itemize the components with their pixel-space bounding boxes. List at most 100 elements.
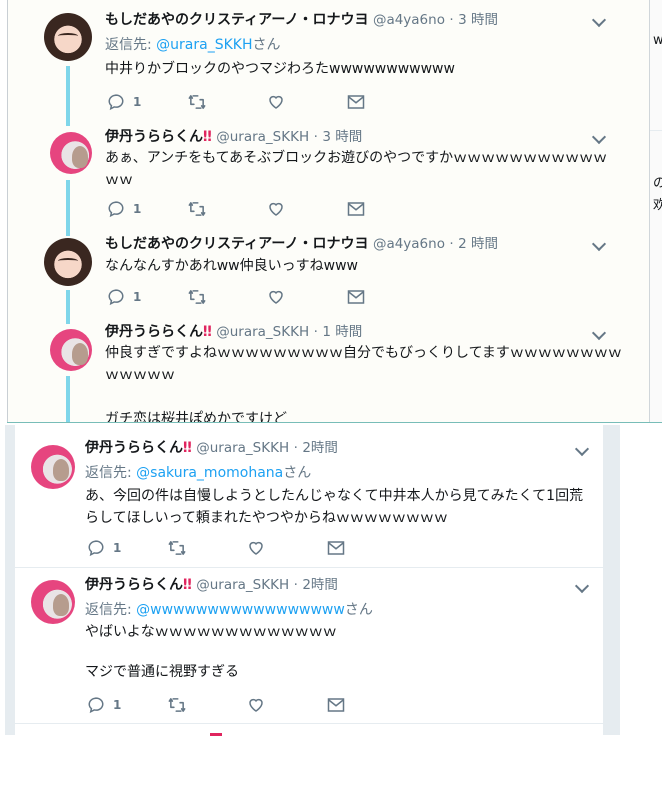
cropped-emoji-fragment [210,733,222,736]
user-handle[interactable]: @urara_SKKH [196,440,289,456]
retweet-icon [188,202,206,216]
like-button[interactable] [267,287,285,307]
display-name[interactable]: もしだあやのクリスティアーノ・ロナウヨ [105,236,368,252]
direct-message-button[interactable] [347,199,365,219]
display-name[interactable]: 伊丹うららくん [85,577,183,593]
like-button[interactable] [247,538,265,558]
user-handle[interactable]: @urara_SKKH [196,577,289,593]
like-button[interactable] [267,199,285,219]
retweet-button[interactable] [187,92,207,112]
timestamp[interactable]: 3 時間 [322,129,362,145]
user-avatar[interactable] [50,329,92,371]
tweet-header: 伊丹うららくん‼ @urara_SKKH · 2時間 [85,439,338,457]
thread-line [66,290,70,324]
chevron-down-icon[interactable] [591,325,607,341]
heart-icon [269,95,283,109]
retweet-icon [168,698,186,712]
timestamp[interactable]: 1 時間 [322,324,362,340]
reply-to-line: 返信先: @wwwwwwwwwwwwwwwwwさん [85,599,373,619]
direct-message-button[interactable] [327,695,345,715]
tweet-text: あぁ、アンチをもてあそぶブロックお遊びのやつですかｗｗｗｗｗｗｗｗｗｗｗ ｗｗ [105,147,607,191]
separator-dot: · [313,129,318,145]
chevron-down-icon[interactable] [591,12,607,28]
panel-border [7,0,8,422]
user-handle[interactable]: @a4ya6no [373,236,445,252]
separator-dot: · [293,577,298,593]
retweet-button[interactable] [187,199,207,219]
reply-icon [108,289,124,306]
heart-icon [249,698,263,712]
tweet-text: なんなんすかあれww仲良いっすねwww [105,255,358,277]
reply-to-label: 返信先: [105,37,157,53]
reply-to-line: 返信先: @sakura_momohanaさん [85,462,311,482]
side-fragment: ww [653,33,662,48]
user-avatar[interactable] [44,13,92,61]
reply-to-mention[interactable]: @sakura_momohana [136,465,283,481]
envelope-icon [327,541,345,555]
tweet-text-line: なんなんすかあれww仲良いっすねwww [105,258,358,274]
tweet-divider [15,723,603,724]
timestamp[interactable]: 2時間 [302,577,338,593]
tweet-actions: 1 [87,538,357,558]
tweet-text: 仲良すぎですよねｗｗｗｗｗｗｗｗｗ自分でもびっくりしてますｗｗｗｗｗｗｗｗ ｗｗ… [105,342,622,422]
display-name[interactable]: 伊丹うららくん [105,129,203,145]
reply-button[interactable]: 1 [87,695,121,715]
tweet-text-line: あ、今回の件は自慢しようとしたんじゃなくて中井本人から見てみたくて1回荒 [85,488,584,504]
like-button[interactable] [267,92,285,112]
reply-count: 1 [113,698,122,712]
chevron-down-icon[interactable] [574,441,590,457]
tweet-header: 伊丹うららくん‼ @urara_SKKH · 2時間 [85,576,338,594]
chevron-down-icon[interactable] [591,236,607,252]
reply-to-mention[interactable]: @urara_SKKH [156,37,252,53]
chevron-down-icon[interactable] [574,578,590,594]
user-avatar[interactable] [31,445,75,489]
tweet-header: 伊丹うららくん‼ @urara_SKKH · 3 時間 [105,128,362,146]
user-avatar[interactable] [31,580,75,624]
top-conversation-panel: ww のａ 欢言 もしだあやのクリスティアーノ・ロナウヨ @a4ya6no · … [7,0,662,423]
double-exclamation-emoji: ‼ [203,129,212,145]
like-button[interactable] [247,695,265,715]
reply-to-mention[interactable]: @wwwwwwwwwwwwwwwww [136,602,345,618]
direct-message-button[interactable] [327,538,345,558]
tweet-text-line: ｗｗｗｗｗ [105,367,175,383]
display-name[interactable]: もしだあやのクリスティアーノ・ロナウヨ [105,12,368,28]
display-name[interactable]: 伊丹うららくん [85,440,183,456]
tweet-text-line: 仲良すぎですよねｗｗｗｗｗｗｗｗｗ自分でもびっくりしてますｗｗｗｗｗｗｗｗ [105,345,622,361]
retweet-button[interactable] [167,538,187,558]
thread-line [66,376,70,422]
reply-button[interactable]: 1 [107,92,141,112]
tweet-actions: 1 [107,92,377,112]
tweet-actions: 1 [107,199,377,219]
retweet-icon [188,290,206,304]
tweet-text-line: ｗｗ [105,172,133,188]
user-handle[interactable]: @a4ya6no [373,12,445,28]
user-avatar[interactable] [44,238,92,286]
timestamp[interactable]: 2 時間 [458,236,498,252]
display-name[interactable]: 伊丹うららくん [105,324,203,340]
user-handle[interactable]: @urara_SKKH [216,324,309,340]
reply-button[interactable]: 1 [107,199,141,219]
reply-button[interactable]: 1 [87,538,121,558]
tweet-text-line: マジで普通に視野すぎる [85,664,239,680]
tweet-text: 中井りかブロックのやつマジわろたwwwwwwwwwww [105,58,455,80]
user-avatar[interactable] [50,132,92,174]
user-handle[interactable]: @urara_SKKH [216,129,309,145]
honorific: さん [283,465,312,481]
tweet-actions: 1 [107,287,377,307]
retweet-button[interactable] [187,287,207,307]
retweet-icon [188,95,206,109]
direct-message-button[interactable] [347,92,365,112]
retweet-button[interactable] [167,695,187,715]
timestamp[interactable]: 3 時間 [458,12,498,28]
timestamp[interactable]: 2時間 [302,440,338,456]
tweet-text-line: あぁ、アンチをもてあそぶブロックお遊びのやつですかｗｗｗｗｗｗｗｗｗｗｗ [105,150,608,166]
envelope-icon [327,698,345,712]
tweet-actions: 1 [87,695,357,715]
tweet-text: やばいよなｗｗｗｗｗｗｗｗｗｗｗｗｗ マジで普通に視野すぎる [85,621,337,683]
reply-button[interactable]: 1 [107,287,141,307]
reply-to-label: 返信先: [85,602,137,618]
direct-message-button[interactable] [347,287,365,307]
chevron-down-icon[interactable] [591,129,607,145]
reply-count: 1 [133,95,142,109]
double-exclamation-emoji: ‼ [183,440,192,456]
